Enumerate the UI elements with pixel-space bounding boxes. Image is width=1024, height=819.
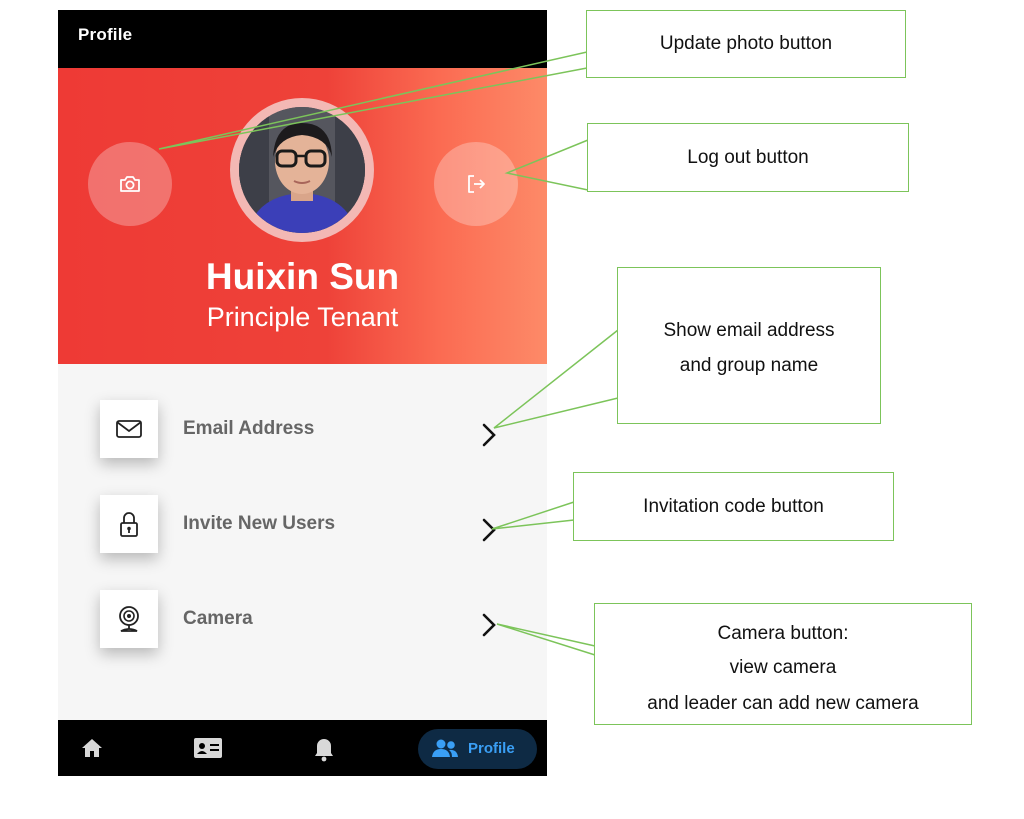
callout-text: Update photo button bbox=[659, 33, 833, 54]
callout-update-photo: Update photo button bbox=[586, 10, 906, 78]
callout-logout: Log out button bbox=[587, 123, 909, 192]
callout-text-line2: and group name bbox=[679, 355, 819, 376]
callout-text-line1: Camera button: bbox=[717, 623, 849, 644]
callout-text-line2: view camera bbox=[729, 657, 837, 678]
callout-text: Invitation code button bbox=[643, 496, 824, 517]
callout-invite: Invitation code button bbox=[573, 472, 894, 541]
callout-email: Show email address and group name bbox=[617, 267, 881, 424]
callout-text-line3: and leader can add new camera bbox=[647, 693, 919, 714]
callout-text-line1: Show email address bbox=[663, 320, 835, 341]
callout-text: Log out button bbox=[687, 147, 809, 168]
callout-camera: Camera button: view camera and leader ca… bbox=[594, 603, 972, 725]
